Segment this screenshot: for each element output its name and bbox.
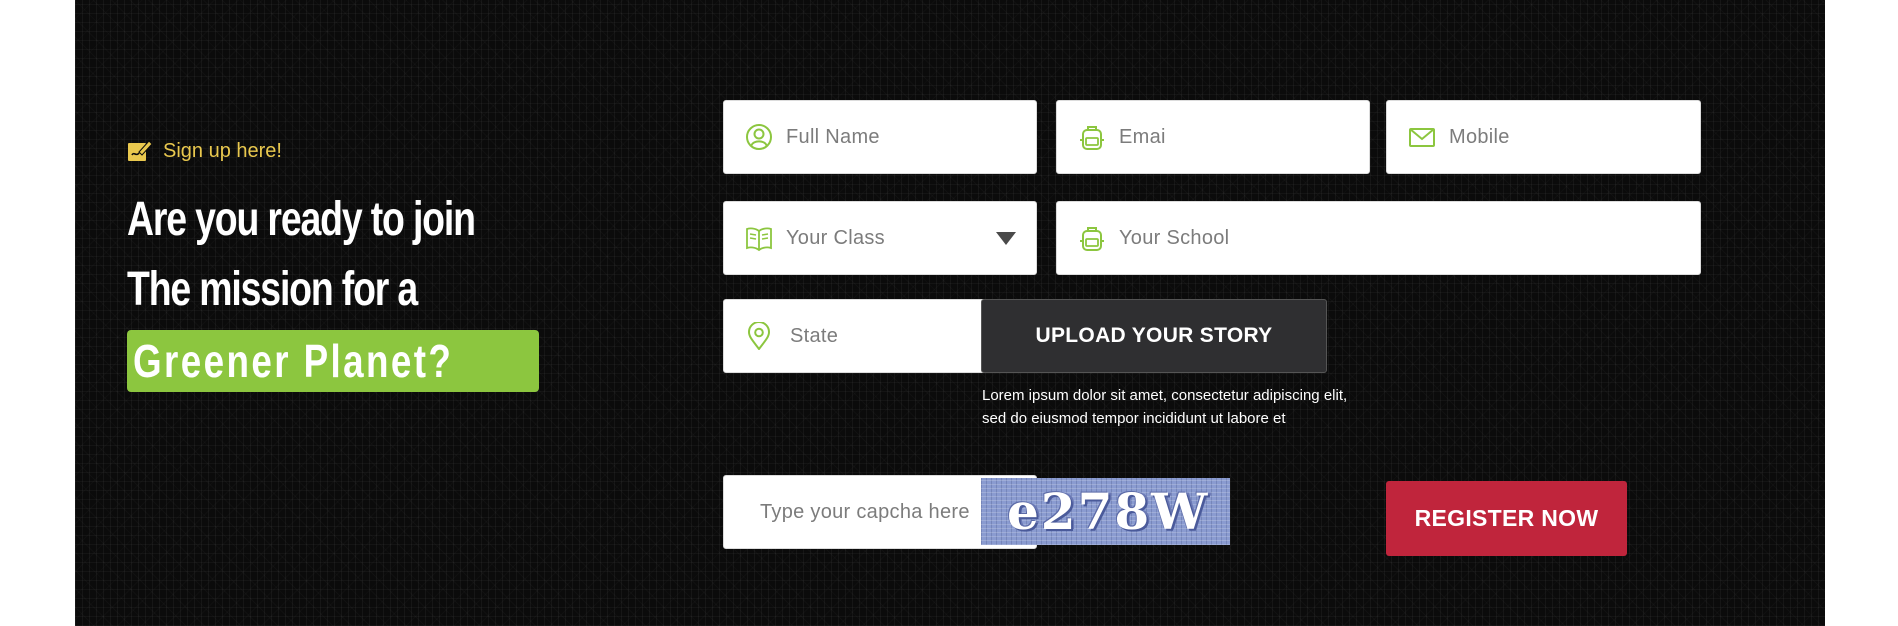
signup-label: Sign up here! [127,138,282,164]
upload-story-button[interactable]: UPLOAD YOUR STORY [981,299,1327,373]
full-name-input[interactable]: Full Name [723,100,1037,174]
backpack-icon [1077,122,1107,152]
backpack-icon [1077,223,1107,253]
class-selected-value: Your Class [786,226,885,249]
captcha-placeholder: Type your capcha here [760,500,970,523]
headline-line-2: The mission for a [127,263,418,316]
captcha-image: e278W [981,478,1230,545]
book-icon [744,223,774,253]
user-icon [744,122,774,152]
full-name-placeholder: Full Name [786,125,880,148]
headline-line-1: Are you ready to join [127,193,476,246]
captcha-code: e278W [1007,482,1210,541]
school-input[interactable]: Your School [1056,201,1701,275]
headline-highlight: Greener Planet? [127,330,540,392]
signup-label-text: Sign up here! [163,139,282,162]
school-placeholder: Your School [1119,226,1230,249]
headline: Are you ready to join The mission for a [127,185,476,325]
envelope-icon [1407,122,1437,152]
mobile-placeholder: Mobile [1449,125,1510,148]
location-pin-icon [744,321,774,351]
chevron-down-icon[interactable] [996,232,1016,245]
headline-highlight-text: Greener Planet? [133,335,454,387]
class-select[interactable]: Your Class [723,201,1037,275]
email-placeholder: Emai [1119,125,1166,148]
email-input[interactable]: Emai [1056,100,1370,174]
upload-note: Lorem ipsum dolor sit amet, consectetur … [982,387,1348,427]
state-selected-value: State [790,324,839,347]
mobile-input[interactable]: Mobile [1386,100,1701,174]
register-now-button[interactable]: REGISTER NOW [1386,481,1627,556]
signup-edit-icon [127,138,153,164]
